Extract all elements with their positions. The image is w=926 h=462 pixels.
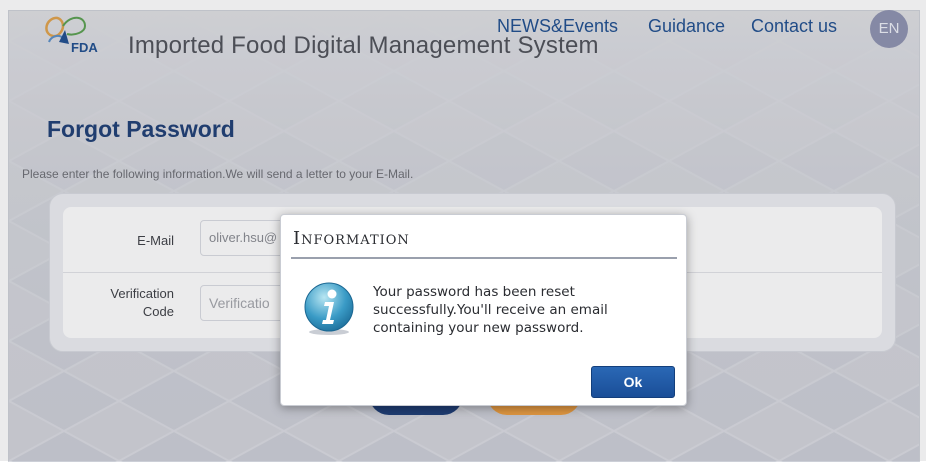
dialog-title-divider xyxy=(291,257,677,259)
dialog-message: Your password has been reset successfull… xyxy=(373,284,608,336)
information-dialog: Information Your password has been reset… xyxy=(280,214,687,406)
dialog-title: Information xyxy=(293,228,410,249)
ok-button[interactable]: Ok xyxy=(591,366,675,398)
info-icon xyxy=(304,282,354,335)
